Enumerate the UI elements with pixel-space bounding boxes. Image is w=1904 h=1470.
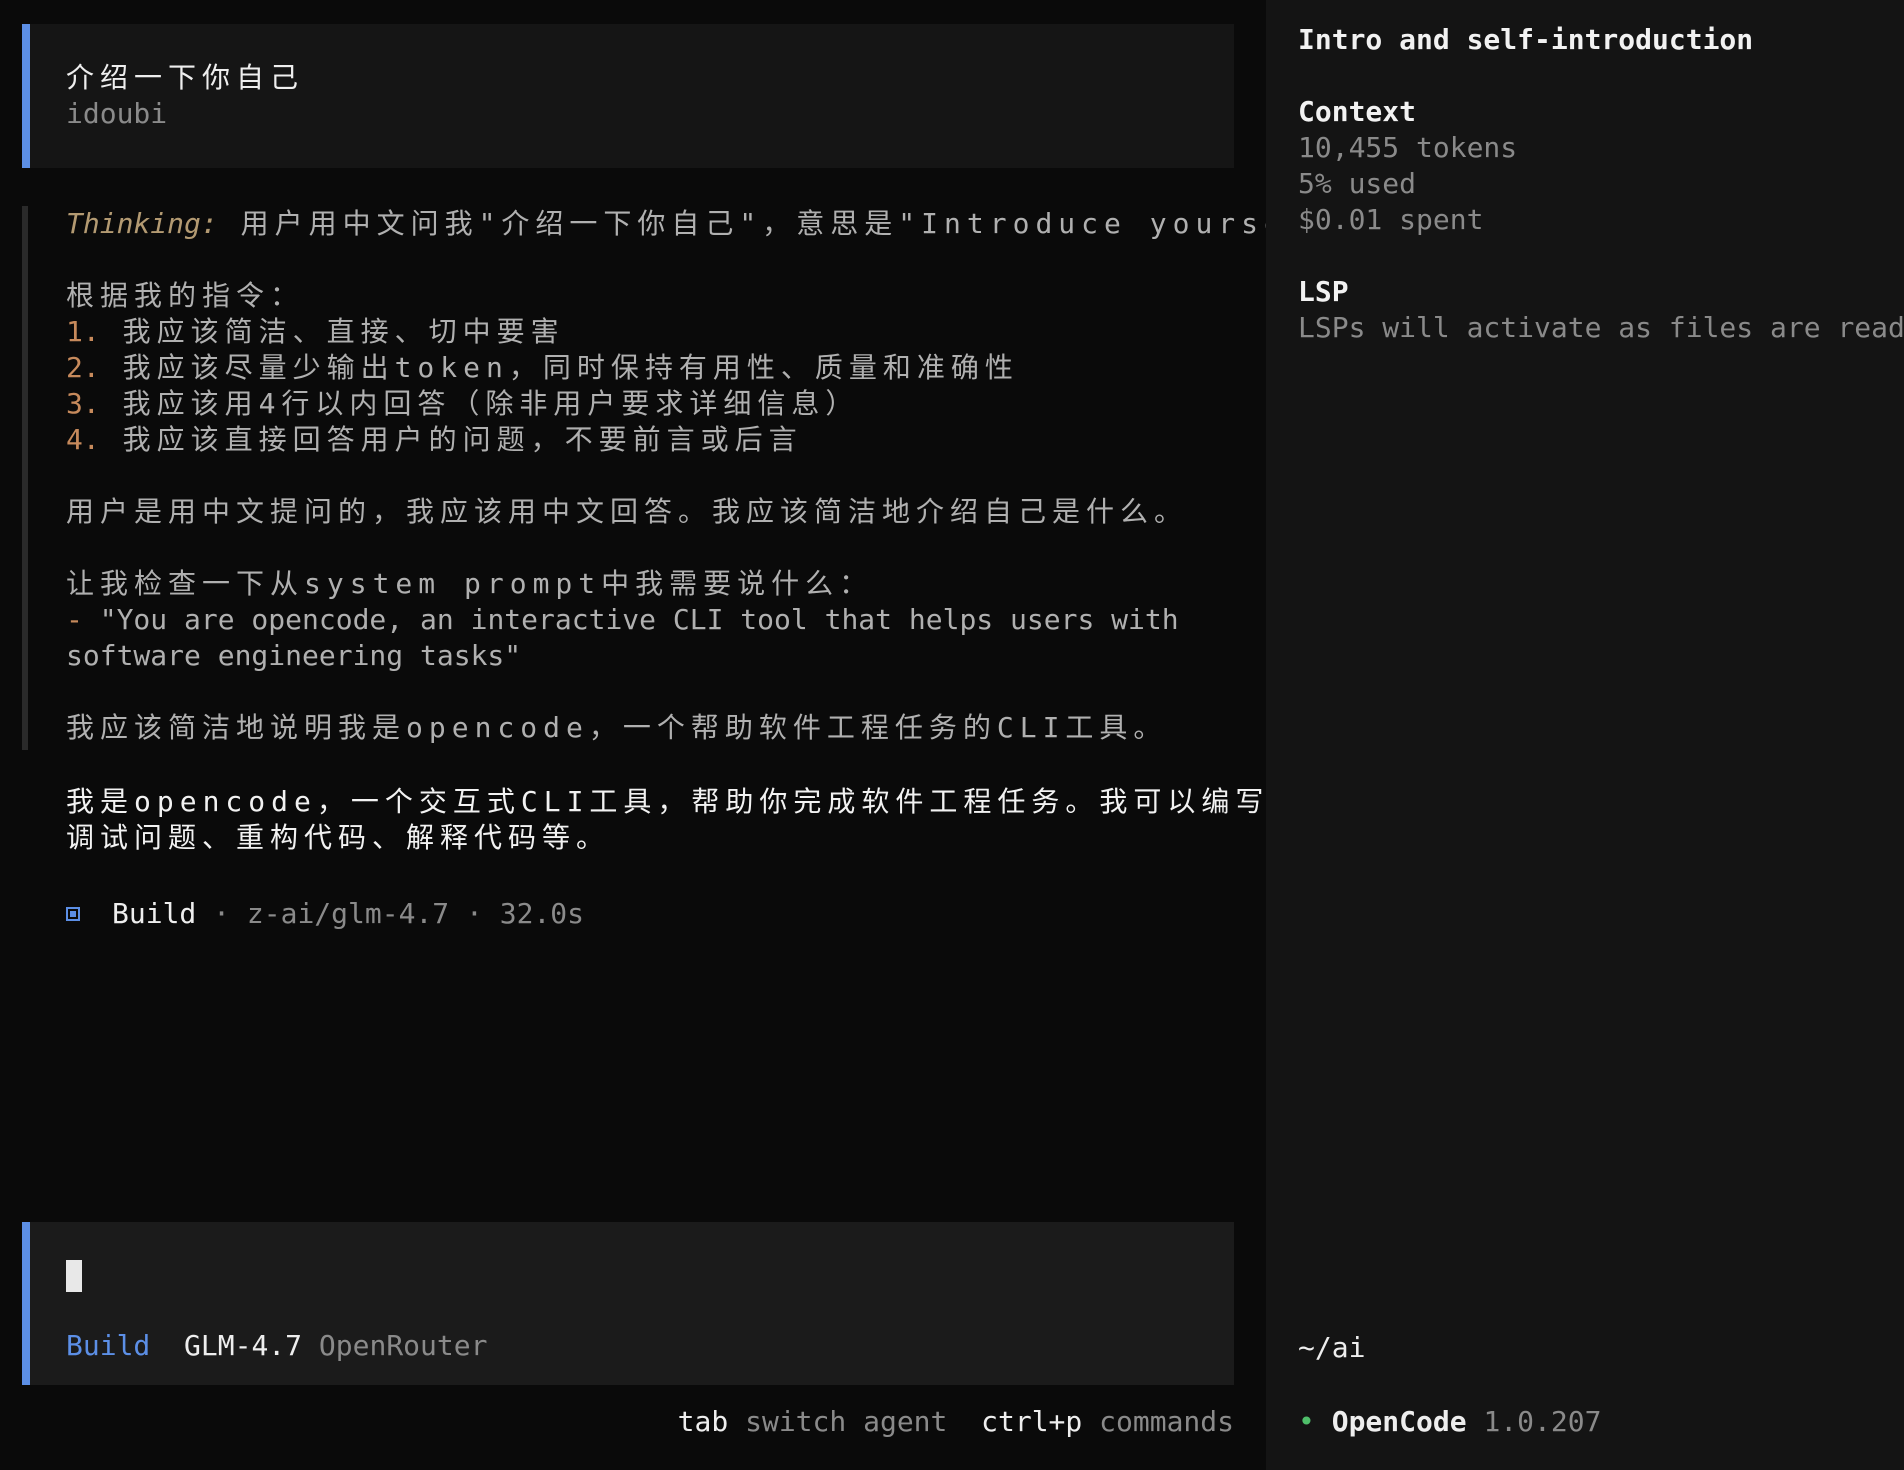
rule-text: 我应该用4行以内回答（除非用户要求详细信息） — [99, 387, 860, 420]
prompt-input[interactable]: Build GLM-4.7 OpenRouter — [22, 1222, 1234, 1385]
status-dot-icon: • — [1298, 1405, 1315, 1438]
text-cursor — [66, 1260, 82, 1292]
thinking-label: Thinking: — [66, 207, 218, 240]
thinking-paragraph: 用户是用中文提问的，我应该用中文回答。我应该简洁地介绍自己是什么。 — [66, 495, 1189, 528]
user-name: idoubi — [66, 97, 168, 130]
thinking-quote: - "You are opencode, an interactive CLI … — [66, 602, 1234, 638]
thinking-first-text: 用户用中文问我"介绍一下你自己"，意思是"Introduce yourself"… — [217, 207, 1390, 240]
input-provider: OpenRouter — [318, 1329, 488, 1362]
rule-number: 4. — [66, 423, 100, 456]
hint-desc-commands: commands — [1099, 1405, 1234, 1438]
thinking-paragraph: 我应该简洁地说明我是opencode，一个帮助软件工程任务的CLI工具。 — [66, 711, 1168, 744]
message-build-status: Build · z-ai/glm-4.7 · 32.0s — [66, 896, 584, 932]
app-version: • OpenCode 1.0.207 — [1298, 1404, 1601, 1440]
rule-number: 1. — [66, 315, 100, 348]
lsp-status: LSPs will activate as files are read — [1298, 311, 1904, 344]
session-title: Intro and self-introduction — [1298, 23, 1754, 56]
input-agent[interactable]: Build — [66, 1329, 150, 1362]
lsp-heading: LSP — [1298, 275, 1349, 308]
thinking-intro: 根据我的指令： — [66, 279, 305, 312]
rule-number: 2. — [66, 351, 100, 384]
user-message: 介绍一下你自己 idoubi — [22, 24, 1234, 168]
agent-square-icon — [66, 907, 80, 921]
working-directory: ~/ai — [1298, 1331, 1366, 1364]
version-number: 1.0.207 — [1483, 1405, 1602, 1438]
thinking-rule: 2. 我应该尽量少输出token，同时保持有用性、质量和准确性 — [66, 350, 1234, 386]
hint-key-tab: tab — [677, 1405, 729, 1438]
hint-key-commands: ctrl+p — [981, 1405, 1083, 1438]
input-status-bar: Build GLM-4.7 OpenRouter — [66, 1328, 487, 1364]
answer-line: 调试问题、重构代码、解释代码等。 — [66, 821, 611, 854]
thinking-rule: 3. 我应该用4行以内回答（除非用户要求详细信息） — [66, 386, 1234, 422]
build-agent-name: Build — [112, 897, 197, 930]
assistant-answer: 我是opencode，一个交互式CLI工具，帮助你完成软件工程任务。我可以编写代… — [66, 784, 1372, 856]
keyboard-hints: tab switch agent ctrl+p commands — [678, 1404, 1234, 1440]
thinking-first-line: Thinking: 用户用中文问我"介绍一下你自己"，意思是"Introduce… — [66, 206, 1383, 242]
build-meta: · z-ai/glm-4.7 · 32.0s — [196, 897, 585, 930]
hint-desc-tab: switch agent — [745, 1405, 948, 1438]
context-used: 5% used — [1298, 167, 1417, 200]
chat-panel: 介绍一下你自己 idoubi Thinking: 用户用中文问我"介绍一下你自己… — [0, 0, 1383, 1470]
thinking-quote-cont: software engineering tasks" — [66, 639, 522, 672]
thinking-block: Thinking: 用户用中文问我"介绍一下你自己"，意思是"Introduce… — [22, 206, 1383, 750]
context-heading: Context — [1298, 95, 1417, 128]
session-sidebar: Intro and self-introduction Context 10,4… — [1266, 0, 1904, 1470]
context-spent: $0.01 spent — [1298, 203, 1484, 236]
input-model[interactable]: GLM-4.7 — [184, 1329, 302, 1362]
rule-text: 我应该简洁、直接、切中要害 — [99, 315, 565, 348]
user-message-text: 介绍一下你自己 — [66, 61, 305, 94]
rule-text: 我应该尽量少输出token，同时保持有用性、质量和准确性 — [99, 351, 1019, 384]
thinking-rule: 4. 我应该直接回答用户的问题，不要前言或后言 — [66, 422, 1234, 458]
thinking-paragraph: 让我检查一下从system prompt中我需要说什么： — [66, 567, 874, 600]
context-tokens: 10,455 tokens — [1298, 131, 1518, 164]
app-name: OpenCode — [1331, 1405, 1467, 1438]
quote-text: "You are opencode, an interactive CLI to… — [82, 603, 1179, 636]
answer-line: 我是opencode，一个交互式CLI工具，帮助你完成软件工程任务。我可以编写代… — [66, 785, 1372, 818]
quote-dash: - — [66, 603, 83, 636]
rule-text: 我应该直接回答用户的问题，不要前言或后言 — [99, 423, 803, 456]
thinking-rule: 1. 我应该简洁、直接、切中要害 — [66, 314, 1234, 350]
rule-number: 3. — [66, 387, 100, 420]
